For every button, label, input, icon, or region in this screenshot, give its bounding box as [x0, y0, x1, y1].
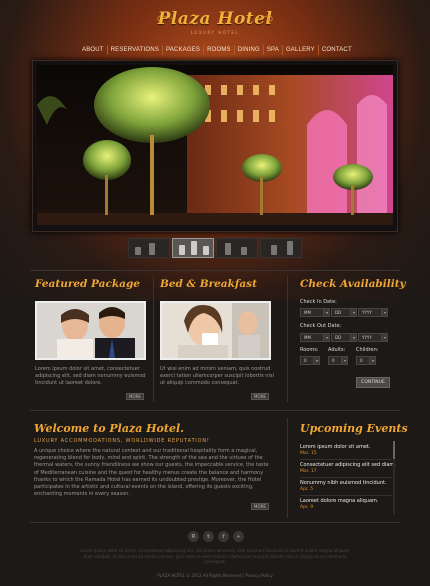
chevron-down-icon[interactable]: [350, 333, 357, 342]
slider-thumbnails: [128, 238, 304, 258]
chevron-down-icon[interactable]: [313, 356, 320, 365]
check-out-year-select[interactable]: YYYY: [358, 333, 382, 342]
chevron-down-icon[interactable]: [369, 356, 376, 365]
chevron-down-icon[interactable]: [323, 308, 330, 317]
event-title[interactable]: Laoreet dolore magna aliquam.: [300, 498, 379, 504]
check-availability-title: Check Availability: [300, 278, 406, 290]
nav-divider: [106, 45, 108, 55]
featured-more-button[interactable]: MORE: [126, 393, 144, 400]
coffee-image: [162, 303, 269, 358]
event-date: Apr. 5: [300, 487, 314, 492]
column-divider: [153, 276, 154, 402]
chevron-down-icon[interactable]: [381, 308, 388, 317]
adults-label: Adults:: [328, 347, 346, 353]
copyright[interactable]: PLAZA HOTEL © 2012 All Rights Reserved |…: [0, 573, 430, 578]
site-title[interactable]: Plaza Hotel: [0, 9, 430, 29]
hero-image: [37, 65, 393, 225]
bed-breakfast-title: Bed & Breakfast: [160, 278, 257, 290]
check-in-day-select[interactable]: DD: [331, 308, 351, 317]
chevron-down-icon[interactable]: [341, 356, 348, 365]
rooms-select[interactable]: 0: [300, 356, 314, 365]
divider: [30, 410, 400, 411]
chevron-down-icon[interactable]: [381, 333, 388, 342]
slider-thumb[interactable]: [128, 238, 170, 258]
check-in-month-select[interactable]: MM: [300, 308, 324, 317]
divider: [30, 270, 400, 271]
nav-dining[interactable]: DINING: [236, 44, 262, 56]
event-date: Mar. 15: [300, 451, 317, 456]
hero-slider[interactable]: [32, 60, 398, 232]
slider-thumb[interactable]: [216, 238, 258, 258]
adults-select[interactable]: 0: [328, 356, 342, 365]
featured-package-photo[interactable]: [35, 301, 146, 360]
nav-reservations[interactable]: RESERVATIONS: [109, 44, 161, 56]
welcome-subtitle: LUXURY ACCOMMODATIONS, WORLDWIDE REPUTAT…: [34, 438, 210, 444]
divider: [300, 495, 392, 496]
rooms-label: Rooms:: [300, 347, 319, 353]
nav-spa[interactable]: SPA: [265, 44, 281, 56]
nav-divider: [162, 45, 163, 55]
rss-icon[interactable]: R: [188, 531, 199, 542]
chevron-down-icon[interactable]: [350, 308, 357, 317]
continue-button[interactable]: CONTINUE: [356, 377, 390, 388]
check-out-month-select[interactable]: MM: [300, 333, 324, 342]
scrollbar-thumb[interactable]: [393, 441, 395, 459]
event-date: Mar. 17: [300, 469, 317, 474]
chevron-down-icon[interactable]: [323, 333, 330, 342]
footer-text: Lorem ipsum dolor sit amet, consectetuer…: [80, 548, 350, 564]
event-title[interactable]: Nonummy nibh euismod tincidunt.: [300, 480, 387, 486]
children-label: Children:: [356, 347, 379, 353]
nav-divider: [262, 45, 264, 55]
nav-rooms[interactable]: ROOMS: [205, 44, 233, 56]
featured-package-text: Lorem ipsum dolor sit amet, consectetuer…: [35, 366, 146, 387]
bed-breakfast-photo[interactable]: [160, 301, 271, 360]
nav-gallery[interactable]: GALLERY: [284, 44, 317, 56]
nav-divider: [281, 45, 283, 55]
couple-image: [37, 303, 144, 358]
twitter-icon[interactable]: t: [203, 531, 214, 542]
nav-divider: [317, 45, 319, 55]
welcome-more-button[interactable]: MORE: [251, 503, 269, 510]
column-divider: [287, 418, 288, 518]
check-out-day-select[interactable]: DD: [331, 333, 351, 342]
event-title[interactable]: Lorem ipsum dolor sit amet.: [300, 444, 370, 450]
bnb-more-button[interactable]: MORE: [251, 393, 269, 400]
nav-about[interactable]: ABOUT: [80, 44, 106, 56]
featured-package-title: Featured Package: [35, 278, 140, 290]
event-title[interactable]: Consectetuer adipiscing elit sed diam.: [300, 462, 396, 468]
plus-icon[interactable]: +: [233, 531, 244, 542]
right-ornament-icon: [256, 15, 273, 22]
check-in-label: Check In Date:: [300, 299, 337, 305]
events-scrollbar[interactable]: [393, 441, 395, 515]
column-divider: [287, 276, 288, 402]
welcome-title: Welcome to Plaza Hotel.: [34, 422, 184, 435]
facebook-icon[interactable]: f: [218, 531, 229, 542]
divider: [30, 522, 400, 523]
site-header: Plaza Hotel LUXURY HOTEL: [0, 0, 430, 40]
nav-packages[interactable]: PACKAGES: [164, 44, 202, 56]
site-subtitle: LUXURY HOTEL: [190, 30, 240, 35]
divider: [300, 477, 392, 478]
welcome-text: A unique choice where the natural contex…: [34, 448, 269, 498]
event-date: Apr. 9: [300, 505, 314, 510]
bed-breakfast-text: Ut wisi enim ad minim veniam, quis nostr…: [160, 366, 274, 387]
slider-thumb[interactable]: [260, 238, 302, 258]
divider: [300, 459, 392, 460]
children-select[interactable]: 0: [356, 356, 370, 365]
check-out-label: Check Out Date:: [300, 323, 342, 329]
nav-divider: [233, 45, 235, 55]
main-nav: ABOUT RESERVATIONS PACKAGES ROOMS DINING…: [80, 44, 354, 56]
check-in-year-select[interactable]: YYYY: [358, 308, 382, 317]
nav-divider: [203, 45, 205, 55]
slider-thumb-active[interactable]: [172, 238, 214, 258]
nav-contact[interactable]: CONTACT: [320, 44, 354, 56]
upcoming-events-title: Upcoming Events: [300, 422, 408, 435]
